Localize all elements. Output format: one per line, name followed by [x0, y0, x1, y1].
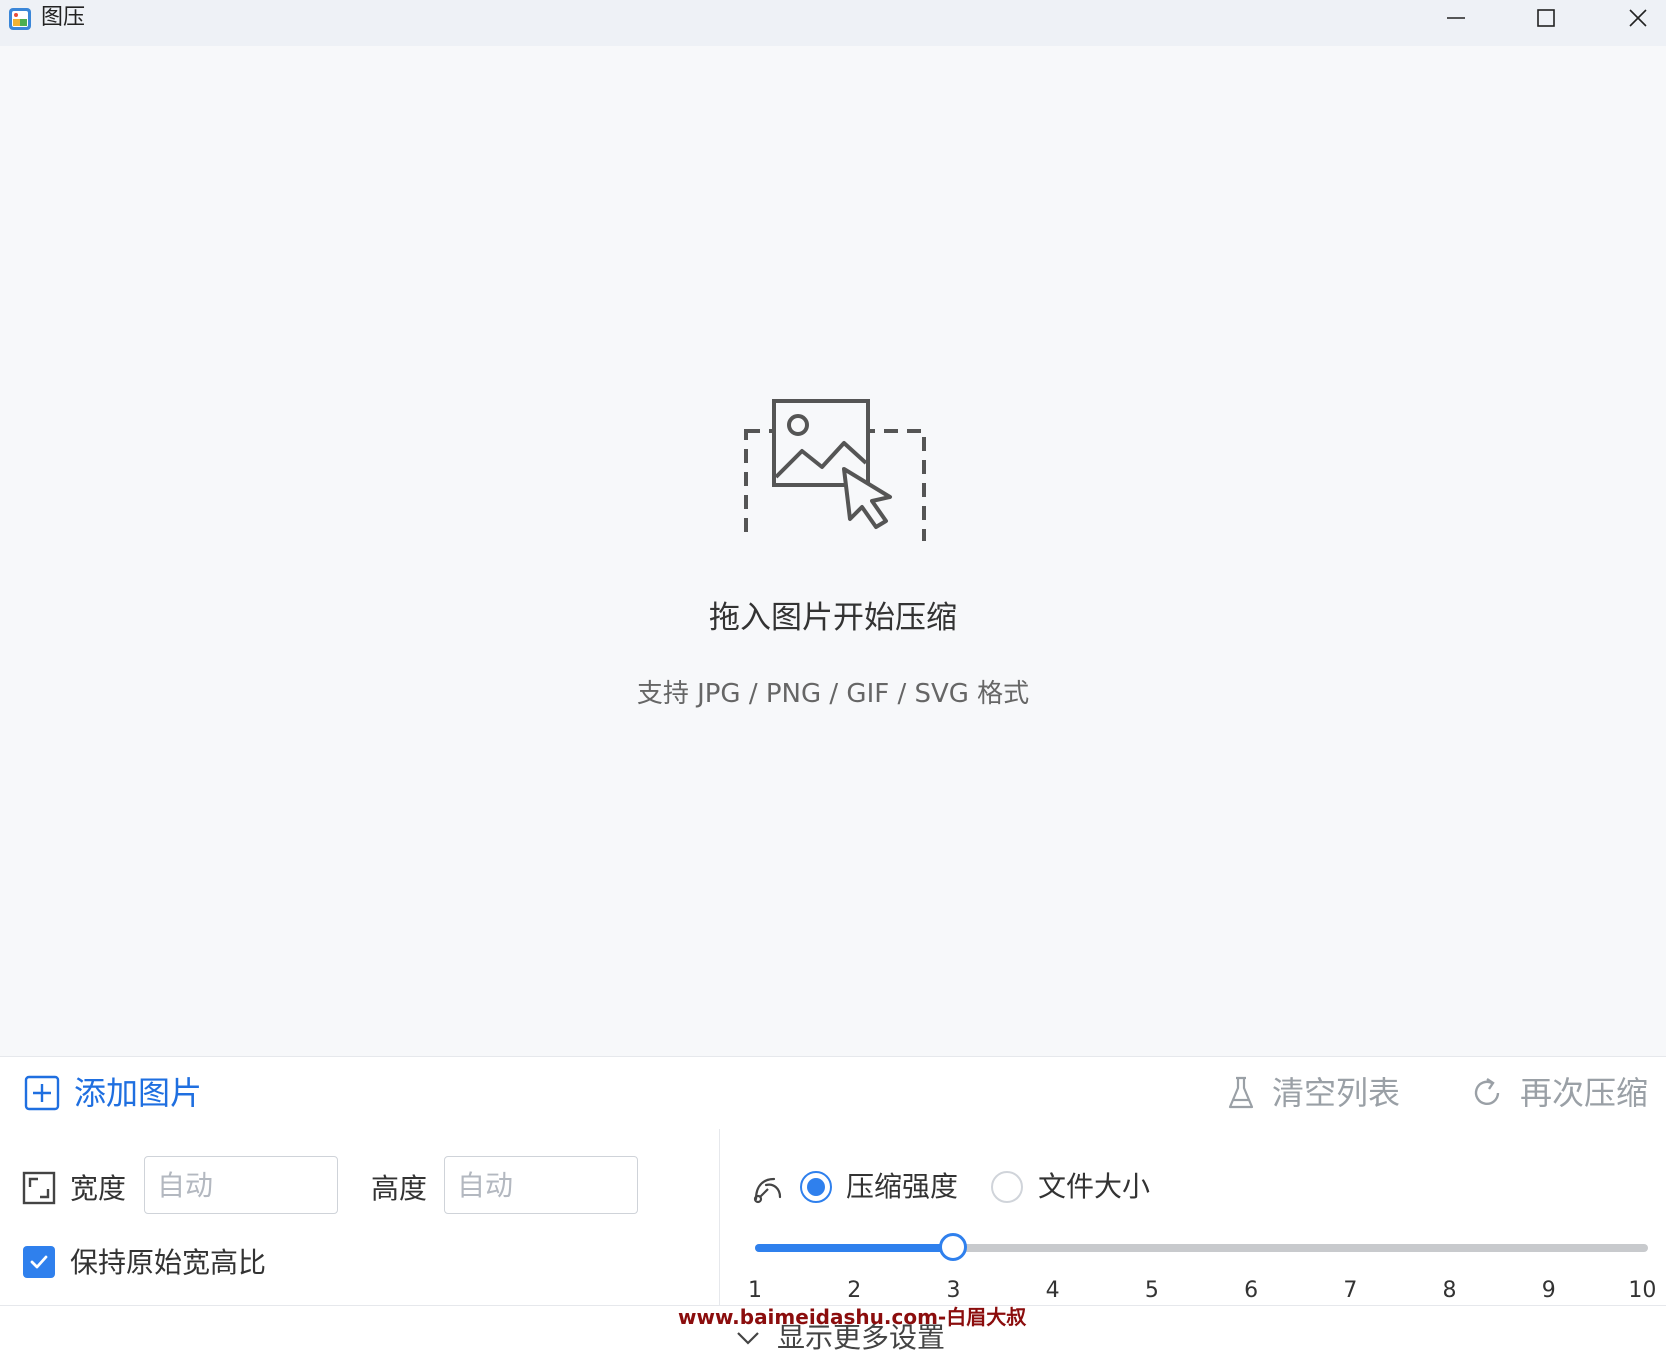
close-button[interactable] — [1592, 0, 1666, 36]
checkmark-icon — [30, 1255, 48, 1269]
slider-tick-label: 6 — [1244, 1278, 1259, 1303]
radio-compression-strength[interactable] — [800, 1171, 832, 1203]
keep-ratio-label: 保持原始宽高比 — [70, 1246, 267, 1279]
add-image-button[interactable]: 添加图片 — [24, 1071, 202, 1115]
watermark: www.baimeidashu.com-白眉大叔 — [678, 1305, 1027, 1329]
keep-ratio-checkbox[interactable] — [23, 1246, 55, 1278]
compression-slider[interactable] — [755, 1233, 1648, 1263]
width-label: 宽度 — [70, 1172, 127, 1205]
slider-fill — [755, 1244, 954, 1252]
add-image-label: 添加图片 — [74, 1074, 203, 1112]
clear-list-button[interactable]: 清空列表 — [1226, 1071, 1400, 1115]
slider-ticks: 1 2 3 4 5 6 7 8 9 10 — [748, 1277, 1656, 1307]
recompress-button[interactable]: 再次压缩 — [1470, 1071, 1648, 1115]
height-label: 高度 — [371, 1172, 428, 1205]
settings-divider — [719, 1129, 720, 1305]
file-size-label: 文件大小 — [1038, 1170, 1151, 1203]
chevron-down-icon — [737, 1332, 759, 1345]
clear-list-label: 清空列表 — [1272, 1074, 1401, 1112]
slider-tick-label: 7 — [1343, 1278, 1358, 1303]
supported-formats: 支持 JPG / PNG / GIF / SVG 格式 — [636, 679, 1030, 709]
slider-tick-label: 8 — [1442, 1278, 1457, 1303]
maximize-icon — [1537, 9, 1555, 27]
slider-tick-label: 2 — [847, 1278, 862, 1303]
radio-dot — [807, 1178, 825, 1196]
minimize-button[interactable] — [1410, 0, 1502, 36]
minimize-icon — [1447, 17, 1465, 19]
height-input[interactable] — [444, 1156, 638, 1214]
resize-icon — [22, 1171, 56, 1205]
window-title: 图压 — [41, 5, 86, 30]
app-icon — [9, 8, 31, 30]
action-bar: 添加图片 清空列表 再次压缩 — [0, 1056, 1666, 1130]
width-input[interactable] — [144, 1156, 338, 1214]
settings-panel: 宽度 高度 保持原始宽高比 压缩强度 文件大小 1 2 3 4 5 6 7 8 9 10 — [0, 1129, 1666, 1306]
radio-file-size[interactable] — [991, 1171, 1023, 1203]
maximize-button[interactable] — [1500, 0, 1592, 36]
drop-title: 拖入图片开始压缩 — [709, 600, 957, 636]
slider-tick-label: 4 — [1045, 1278, 1060, 1303]
drop-image-icon — [744, 399, 926, 541]
slider-tick-label: 1 — [748, 1278, 762, 1303]
flask-icon — [1228, 1076, 1254, 1109]
add-square-icon — [24, 1075, 60, 1111]
slider-tick-label: 3 — [946, 1278, 961, 1303]
close-icon — [1629, 9, 1647, 27]
recompress-label: 再次压缩 — [1520, 1074, 1649, 1112]
compression-strength-label: 压缩强度 — [846, 1170, 959, 1203]
slider-tick-label: 10 — [1628, 1278, 1657, 1303]
slider-thumb[interactable] — [939, 1233, 968, 1261]
gauge-icon — [753, 1177, 782, 1204]
image-drop-zone[interactable]: 拖入图片开始压缩 支持 JPG / PNG / GIF / SVG 格式 — [0, 46, 1666, 1056]
refresh-icon — [1474, 1078, 1500, 1105]
title-bar: 图压 — [0, 0, 1666, 46]
slider-tick-label: 5 — [1144, 1278, 1159, 1303]
slider-tick-label: 9 — [1541, 1278, 1556, 1303]
